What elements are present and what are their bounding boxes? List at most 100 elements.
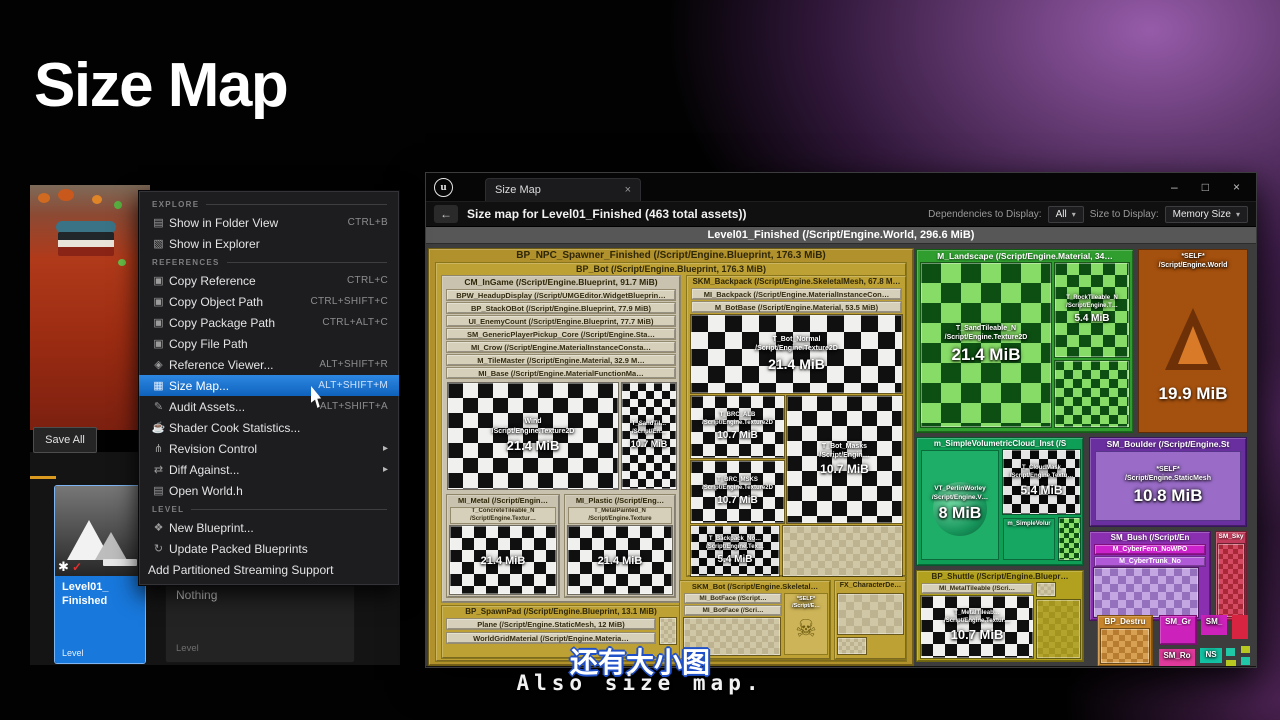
tile-label-line: T_MetalPainted_N	[594, 508, 646, 516]
treemap-tile-tex-concrete[interactable]: 21.4 MiB	[450, 526, 556, 594]
menu-item-update-packed-blueprints[interactable]: ↻Update Packed Blueprints	[139, 538, 399, 559]
menu-item-add-partitioned-streaming-support[interactable]: Add Partitioned Streaming Support	[139, 559, 399, 580]
treemap-tile-tex-backpack-n[interactable]: T_Backpack_No…/Script/Engine.Tex…5.4 MiB	[691, 526, 779, 576]
treemap-tile-tex-wind[interactable]: Wind/Script/Engine.Texture2D21.4 MiB	[448, 383, 618, 489]
menu-item-revision-control[interactable]: ⋔Revision Control▸	[139, 438, 399, 459]
audit-icon: ✎	[148, 400, 169, 413]
treemap-tile-self-world[interactable]: 19.9 MiB*SELF*/Script/Engine.World	[1138, 249, 1248, 433]
treemap-tile-tex-sand-small[interactable]: T_SandTil…/Script/En…10.7 MiB	[622, 383, 676, 489]
minimize-icon[interactable]: –	[1171, 180, 1178, 194]
treemap-tile-tex-rocktileable-n[interactable]: T_RockTileable_N/Script/Engine.T…5.4 MiB	[1055, 263, 1129, 357]
menu-item-copy-object-path[interactable]: ▣Copy Object PathCTRL+SHIFT+C	[139, 291, 399, 312]
treemap-tile-m-botbase[interactable]: M_BotBase (/Script/Engine.Material, 53.5…	[691, 301, 902, 313]
treemap-tile-tex-brc-msks[interactable]: T_BRC_MSKS/Script/Engine.Texture2D10.7 M…	[691, 461, 784, 523]
treemap-tile-mi-crow[interactable]: MI_Crow (/Script/Engine.MaterialInstance…	[446, 341, 676, 353]
menu-item-copy-reference[interactable]: ▣Copy ReferenceCTRL+C	[139, 270, 399, 291]
level-viewport[interactable]	[30, 185, 150, 430]
tile-size-label: 8 MiB	[939, 504, 982, 525]
treemap-tile-mi-botface-2[interactable]: MI_BotFace (/Scri…	[684, 605, 782, 616]
save-all-button[interactable]: Save All	[33, 427, 97, 453]
accent-bar	[30, 476, 56, 479]
treemap-tile-bpw-headupdisplay[interactable]: BPW_HeadupDisplay (/Script/UMGEditor.Wid…	[446, 289, 676, 301]
treemap-tile-t-metalpainted[interactable]: T_MetalPainted_N/Script/Engine.Texture	[568, 507, 672, 524]
tile-labels: T_ConcreteTileable_N/Script/Engine.Textu…	[451, 508, 555, 523]
treemap-tile-red-square	[1232, 615, 1248, 639]
treemap-tile-tex-bot-masks[interactable]: T_Bot_Masks/Script/Engin…10.7 MiB	[787, 396, 902, 523]
menu-section-label: LEVEL	[152, 505, 184, 514]
treemap-tile-m-cyberfern[interactable]: M_CyberFern_NoWPO	[1094, 544, 1206, 555]
treemap-tile-sm-boulder-self[interactable]: *SELF*/Script/Engine.StaticMesh10.8 MiB	[1095, 451, 1241, 521]
menu-item-shortcut: CTRL+C	[347, 275, 388, 286]
menu-section-explore: EXPLORE	[139, 196, 399, 212]
treemap-tile-tex-bot-normal[interactable]: T_Bot_Normal/Script/Engine.Texture2D21.4…	[691, 315, 902, 393]
close-icon[interactable]: ×	[1233, 180, 1240, 194]
maximize-icon[interactable]: □	[1202, 180, 1209, 194]
treemap-tile-plane[interactable]: Plane (/Script/Engine.StaticMesh, 12 MiB…	[446, 618, 656, 630]
back-button[interactable]: ←	[434, 205, 458, 223]
treemap-tile-tex-metalpainted[interactable]: 21.4 MiB	[568, 526, 672, 594]
treemap-tile-vt-perlinworley[interactable]: VT_PerlinWorley/Script/Engine.V…8 MiB	[921, 450, 999, 560]
tile-label-line: T_MetalTileab…	[954, 610, 1000, 618]
menu-item-show-in-folder-view[interactable]: ▤Show in Folder ViewCTRL+B	[139, 212, 399, 233]
tile-size-label: 10.7 MiB	[717, 429, 758, 442]
treemap-root-header[interactable]: Level01_Finished (/Script/Engine.World, …	[426, 227, 1256, 244]
mountain-icon	[103, 559, 137, 566]
menu-item-open-world-h[interactable]: ▤Open World.h	[139, 480, 399, 501]
menu-item-reference-viewer[interactable]: ◈Reference Viewer...ALT+SHIFT+R	[139, 354, 399, 375]
tab-size-map[interactable]: Size Map ×	[485, 178, 641, 201]
size-dropdown[interactable]: Memory Size ▾	[1165, 206, 1248, 223]
tile-labels: T_BRC_ALB/Script/Engine.Texture2D10.7 Mi…	[691, 396, 784, 458]
tile-label-line: *SELF*	[1181, 252, 1204, 261]
treemap-tile-bp-stackobot[interactable]: BP_StackOBot (/Script/Engine.Blueprint, …	[446, 302, 676, 314]
tab-close-icon[interactable]: ×	[625, 184, 631, 196]
menu-item-show-in-explorer[interactable]: ▧Show in Explorer	[139, 233, 399, 254]
treemap-tile-m-simplevolur[interactable]: m_SimpleVolur	[1003, 518, 1055, 560]
tile-label-line: T_RockTileable_N	[1066, 295, 1118, 303]
treemap-tile-m-tilemaster[interactable]: M_TileMaster (/Script/Engine.Material, 3…	[446, 354, 676, 366]
menu-item-shortcut: CTRL+ALT+C	[322, 317, 388, 328]
treemap-tile-ui-enemycount[interactable]: UI_EnemyCount (/Script/Engine.Blueprint,…	[446, 315, 676, 327]
menu-item-label: New Blueprint...	[169, 521, 388, 535]
tile-label-line: /Script/Engine.Texture2D	[702, 420, 773, 428]
menu-item-copy-package-path[interactable]: ▣Copy Package PathCTRL+ALT+C	[139, 312, 399, 333]
treemap-tile-t-concretetileable[interactable]: T_ConcreteTileable_N/Script/Engine.Textu…	[450, 507, 556, 524]
revision-icon: ⋔	[148, 442, 169, 455]
tile-label-line: /Script/Engine.Texture2D	[755, 344, 838, 353]
menu-item-shader-cook-statistics[interactable]: ☕Shader Cook Statistics...	[139, 417, 399, 438]
menu-item-label: Diff Against...	[169, 463, 383, 477]
treemap-tile-mi-base[interactable]: MI_Base (/Script/Engine.MaterialFunction…	[446, 367, 676, 379]
treemap-tile-sm-genericplayerpickup[interactable]: SM_GenericPlayerPickup_Core (/Script/Eng…	[446, 328, 676, 340]
tile-label-line: /Script/Engine.T…	[1066, 303, 1118, 311]
treemap-tile-t-cloudmask[interactable]: T_CloudMask/Script/Engine.Textu…5.4 MiB	[1003, 450, 1080, 514]
tile-header: BP_Shuttle (/Script/Engine.Bluepr…	[917, 571, 1083, 581]
menu-item-copy-file-path[interactable]: ▣Copy File Path	[139, 333, 399, 354]
treemap-tile-tex-brc-alb[interactable]: T_BRC_ALB/Script/Engine.Texture2D10.7 Mi…	[691, 396, 784, 458]
tile-header: BP_Destru	[1098, 616, 1152, 626]
treemap-tile-m-cybertrunk[interactable]: M_CyberTrunk_No	[1094, 556, 1206, 567]
treemap-tile-sm-small[interactable]: SM_	[1201, 615, 1227, 635]
menu-item-new-blueprint[interactable]: ❖New Blueprint...	[139, 517, 399, 538]
update-icon: ↻	[148, 542, 169, 555]
window-titlebar[interactable]: u Size Map × – □ ×	[426, 173, 1256, 201]
treemap-tile-tex-beige-row	[783, 526, 902, 576]
tile-header: CM_InGame (/Script/Engine.Blueprint, 91.…	[442, 276, 680, 287]
tile-header: MI_Plastic (/Script/Eng…	[565, 495, 675, 505]
tab-label: Size Map	[495, 184, 541, 196]
tile-header: MI_Metal (/Script/Engin…	[447, 495, 559, 505]
treemap-tile-mi-backpack[interactable]: MI_Backpack (/Script/Engine.MaterialInst…	[691, 288, 902, 300]
dependencies-dropdown[interactable]: All ▾	[1048, 206, 1084, 223]
tile-labels: 21.4 MiB	[450, 526, 556, 594]
menu-item-audit-assets[interactable]: ✎Audit Assets...ALT+SHIFT+A	[139, 396, 399, 417]
tile-label-line: /Script/Engine.Textu…	[1010, 473, 1074, 481]
asset-tile-level01[interactable]: ✱ ✓ Level01_ Finished Level	[55, 486, 145, 663]
treemap-tile-fx-inner	[838, 594, 903, 634]
treemap-tile-mi-botface-1[interactable]: MI_BotFace (/Script…	[684, 593, 782, 604]
menu-item-diff-against[interactable]: ⇄Diff Against...▸	[139, 459, 399, 480]
tile-label-line: /Script/Engine.Texture2D	[702, 485, 773, 493]
menu-item-size-map[interactable]: ▦Size Map...ALT+SHIFT+M	[139, 375, 399, 396]
treemap-tile-shuttle-check	[1037, 583, 1055, 596]
treemap-tile-tex-sandtileable-n[interactable]: T_SandTileable_N/Script/Engine.Texture2D…	[921, 263, 1051, 427]
treemap-tile-mi-metaltileable[interactable]: MI_MetalTileable (/Scri…	[921, 583, 1033, 594]
mountain-icon	[95, 532, 127, 560]
menu-item-label: Add Partitioned Streaming Support	[148, 563, 388, 577]
